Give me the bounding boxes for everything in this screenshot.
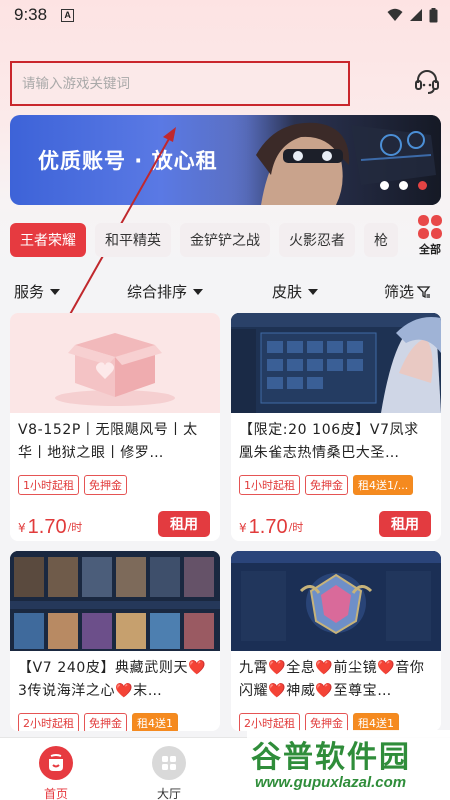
listing-screenshot <box>231 313 441 413</box>
price-row: ¥ 1.70 /时 租用 <box>10 509 220 539</box>
tag-min-hours: 1小时起租 <box>239 475 300 495</box>
banner-dot[interactable] <box>399 181 408 190</box>
nav-home[interactable]: 首页 <box>26 746 86 800</box>
category-tab-wangzhe[interactable]: 王者荣耀 <box>10 223 86 257</box>
listing-tags: 1小时起租 免押金 <box>10 475 220 495</box>
tag-min-hours: 1小时起租 <box>18 475 79 495</box>
notification-icon: A <box>61 8 75 22</box>
caret-down-icon <box>308 288 319 295</box>
tag-promo: 租4送1 <box>353 713 399 731</box>
price-unit: /时 <box>288 521 304 534</box>
listing-tags: 1小时起租 免押金 租4送1/... <box>231 475 441 495</box>
price-row: ¥ 1.70 /时 租用 <box>231 509 441 539</box>
tag-no-deposit: 免押金 <box>84 713 127 731</box>
game-screenshot-art <box>231 313 441 413</box>
listing-title: 九霄❤️全息❤️前尘镜❤️音你闪耀❤️神威❤️至尊宝… <box>239 660 425 699</box>
listing-card[interactable]: V8-152P丨无限飓风号丨太华丨地狱之眼丨修罗… 1小时起租 免押金 ¥ 1.… <box>10 313 220 541</box>
filter-sort-label: 综合排序 <box>127 283 188 301</box>
tag-promo: 租4送1/... <box>353 475 414 495</box>
category-tabs: 王者荣耀 和平精英 金铲铲之战 火影忍者 枪 <box>10 223 410 257</box>
banner-pagination <box>380 181 427 190</box>
listing-card[interactable]: 【V7 240皮】典藏武则天❤️3传说海洋之心❤️末… 2小时起租 免押金 租4… <box>10 551 220 731</box>
nav-hall[interactable]: 大厅 <box>139 746 199 800</box>
price-unit: /时 <box>67 521 83 534</box>
rent-button[interactable]: 租用 <box>158 511 210 537</box>
category-tab-huoying[interactable]: 火影忍者 <box>279 223 355 257</box>
filter-skin-label: 皮肤 <box>272 283 303 301</box>
battery-icon <box>429 7 438 22</box>
tag-no-deposit: 免押金 <box>84 475 127 495</box>
nav-home-label: 首页 <box>43 787 68 800</box>
price-currency: ¥ <box>239 521 247 535</box>
tag-no-deposit: 免押金 <box>305 475 348 495</box>
category-tab-jinchanchan[interactable]: 金铲铲之战 <box>180 223 270 257</box>
listing-title: V8-152P丨无限飓风号丨太华丨地狱之眼丨修罗… <box>18 422 198 461</box>
price-currency: ¥ <box>18 521 26 535</box>
nav-hall-label: 大厅 <box>156 787 181 800</box>
filter-screen[interactable]: 筛选 <box>384 281 431 302</box>
all-categories-button[interactable]: 全部 <box>413 214 447 260</box>
price-value: 1.70 <box>248 516 288 538</box>
grid-flower-icon <box>418 215 442 239</box>
listing-card[interactable]: 【限定:20 106皮】V7凤求凰朱雀志热情桑巴大圣… 1小时起租 免押金 租4… <box>231 313 441 541</box>
listing-card[interactable]: 九霄❤️全息❤️前尘镜❤️音你闪耀❤️神威❤️至尊宝… 2小时起租 免押金 租4… <box>231 551 441 731</box>
category-tab-heping[interactable]: 和平精英 <box>95 223 171 257</box>
watermark-main-text: 谷普软件园 <box>251 740 411 775</box>
watermark-url: www.gupuxlazal.com <box>255 774 407 791</box>
listing-screenshot <box>231 551 441 651</box>
status-time: 9:38 <box>14 5 48 24</box>
filter-sort[interactable]: 综合排序 <box>127 281 204 302</box>
rank-badge-art <box>231 551 441 651</box>
tag-min-hours: 2小时起租 <box>18 713 79 731</box>
listing-screenshot <box>10 551 220 651</box>
price-value: 1.70 <box>27 516 67 538</box>
category-tab-qiang[interactable]: 枪 <box>364 223 398 257</box>
filter-bar: 服务 综合排序 皮肤 筛选 <box>0 275 450 307</box>
all-categories-label: 全部 <box>419 243 441 256</box>
signal-icon <box>410 9 422 21</box>
grid-icon <box>152 746 186 780</box>
status-bar: 9:38 A <box>0 0 450 30</box>
listing-title: 【限定:20 106皮】V7凤求凰朱雀志热情桑巴大圣… <box>239 422 419 461</box>
status-icons <box>387 7 438 23</box>
filter-skin[interactable]: 皮肤 <box>272 281 319 302</box>
search-box[interactable] <box>10 61 350 106</box>
filter-service-label: 服务 <box>14 283 45 301</box>
search-input[interactable] <box>22 75 348 92</box>
listing-title: 【V7 240皮】典藏武则天❤️3传说海洋之心❤️末… <box>18 660 207 699</box>
rent-button[interactable]: 租用 <box>379 511 431 537</box>
listing-image-placeholder <box>10 313 220 413</box>
banner-dot[interactable] <box>380 181 389 190</box>
tag-promo: 租4送1 <box>132 713 178 731</box>
filter-service[interactable]: 服务 <box>14 281 61 302</box>
filter-screen-label: 筛选 <box>384 283 415 301</box>
site-watermark: 谷普软件园 www.gupuxlazal.com <box>247 730 450 800</box>
banner-dot-active[interactable] <box>418 181 427 190</box>
caret-down-icon <box>193 288 204 295</box>
listing-tags: 2小时起租 免押金 租4送1 <box>231 713 441 731</box>
empty-box-icon <box>55 333 175 406</box>
listing-tags: 2小时起租 免押金 租4送1 <box>10 713 220 731</box>
home-icon <box>39 746 73 780</box>
customer-service-icon[interactable] <box>413 68 441 96</box>
tag-min-hours: 2小时起租 <box>239 713 300 731</box>
tag-no-deposit: 免押金 <box>305 713 348 731</box>
banner-character-art <box>231 115 441 205</box>
caret-down-icon <box>50 288 61 295</box>
banner-text: 优质账号 · 放心租 <box>38 149 218 173</box>
funnel-icon <box>417 285 431 298</box>
promo-banner[interactable]: 优质账号 · 放心租 <box>10 115 441 205</box>
hero-grid-art <box>10 551 220 651</box>
wifi-icon <box>387 8 403 21</box>
